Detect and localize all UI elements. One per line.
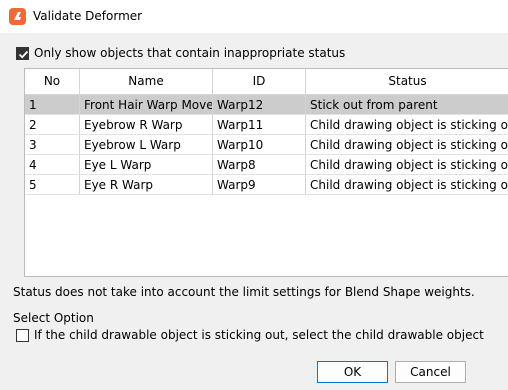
table-header: No Name ID Status (25, 69, 508, 95)
cell-id: Warp10 (213, 135, 306, 155)
cell-name: Front Hair Warp Move (80, 95, 213, 115)
cell-id: Warp9 (213, 175, 306, 195)
table-row[interactable]: 3 Eyebrow L Warp Warp10 Child drawing ob… (25, 135, 508, 155)
cell-id: Warp8 (213, 155, 306, 175)
cell-status: Child drawing object is sticking out (306, 135, 508, 155)
column-header-name[interactable]: Name (80, 69, 213, 94)
table-row[interactable]: 1 Front Hair Warp Move Warp12 Stick out … (25, 95, 508, 115)
ok-button[interactable]: OK (317, 361, 388, 383)
cell-id: Warp11 (213, 115, 306, 135)
cell-status: Child drawing object is sticking out (306, 115, 508, 135)
cancel-button[interactable]: Cancel (395, 361, 466, 383)
cell-id: Warp12 (213, 95, 306, 115)
cell-status: Stick out from parent (306, 95, 508, 115)
table-row[interactable]: 5 Eye R Warp Warp9 Child drawing object … (25, 175, 508, 195)
cell-no: 1 (25, 95, 80, 115)
select-option-heading: Select Option (13, 311, 94, 325)
deformer-table: No Name ID Status 1 Front Hair Warp Move… (24, 68, 508, 277)
cell-no: 2 (25, 115, 80, 135)
status-note: Status does not take into account the li… (13, 285, 475, 299)
cell-status: Child drawing object is sticking out (306, 155, 508, 175)
table-row[interactable]: 4 Eye L Warp Warp8 Child drawing object … (25, 155, 508, 175)
cell-name: Eyebrow R Warp (80, 115, 213, 135)
select-child-drawable-label[interactable]: If the child drawable object is sticking… (34, 328, 484, 342)
cell-no: 3 (25, 135, 80, 155)
column-header-no[interactable]: No (25, 69, 80, 94)
app-logo-icon (9, 8, 26, 25)
only-show-inappropriate-label[interactable]: Only show objects that contain inappropr… (34, 46, 345, 60)
column-header-id[interactable]: ID (213, 69, 306, 94)
cell-name: Eye R Warp (80, 175, 213, 195)
only-show-inappropriate-checkbox[interactable] (16, 47, 29, 60)
column-header-status[interactable]: Status (306, 69, 508, 94)
cell-name: Eye L Warp (80, 155, 213, 175)
cell-no: 5 (25, 175, 80, 195)
title-bar: Validate Deformer (0, 0, 508, 33)
cell-name: Eyebrow L Warp (80, 135, 213, 155)
cell-no: 4 (25, 155, 80, 175)
checkmark-icon (18, 50, 29, 59)
window-title: Validate Deformer (33, 9, 143, 23)
cell-status: Child drawing object is sticking out (306, 175, 508, 195)
select-child-drawable-checkbox[interactable] (16, 329, 29, 342)
table-row[interactable]: 2 Eyebrow R Warp Warp11 Child drawing ob… (25, 115, 508, 135)
